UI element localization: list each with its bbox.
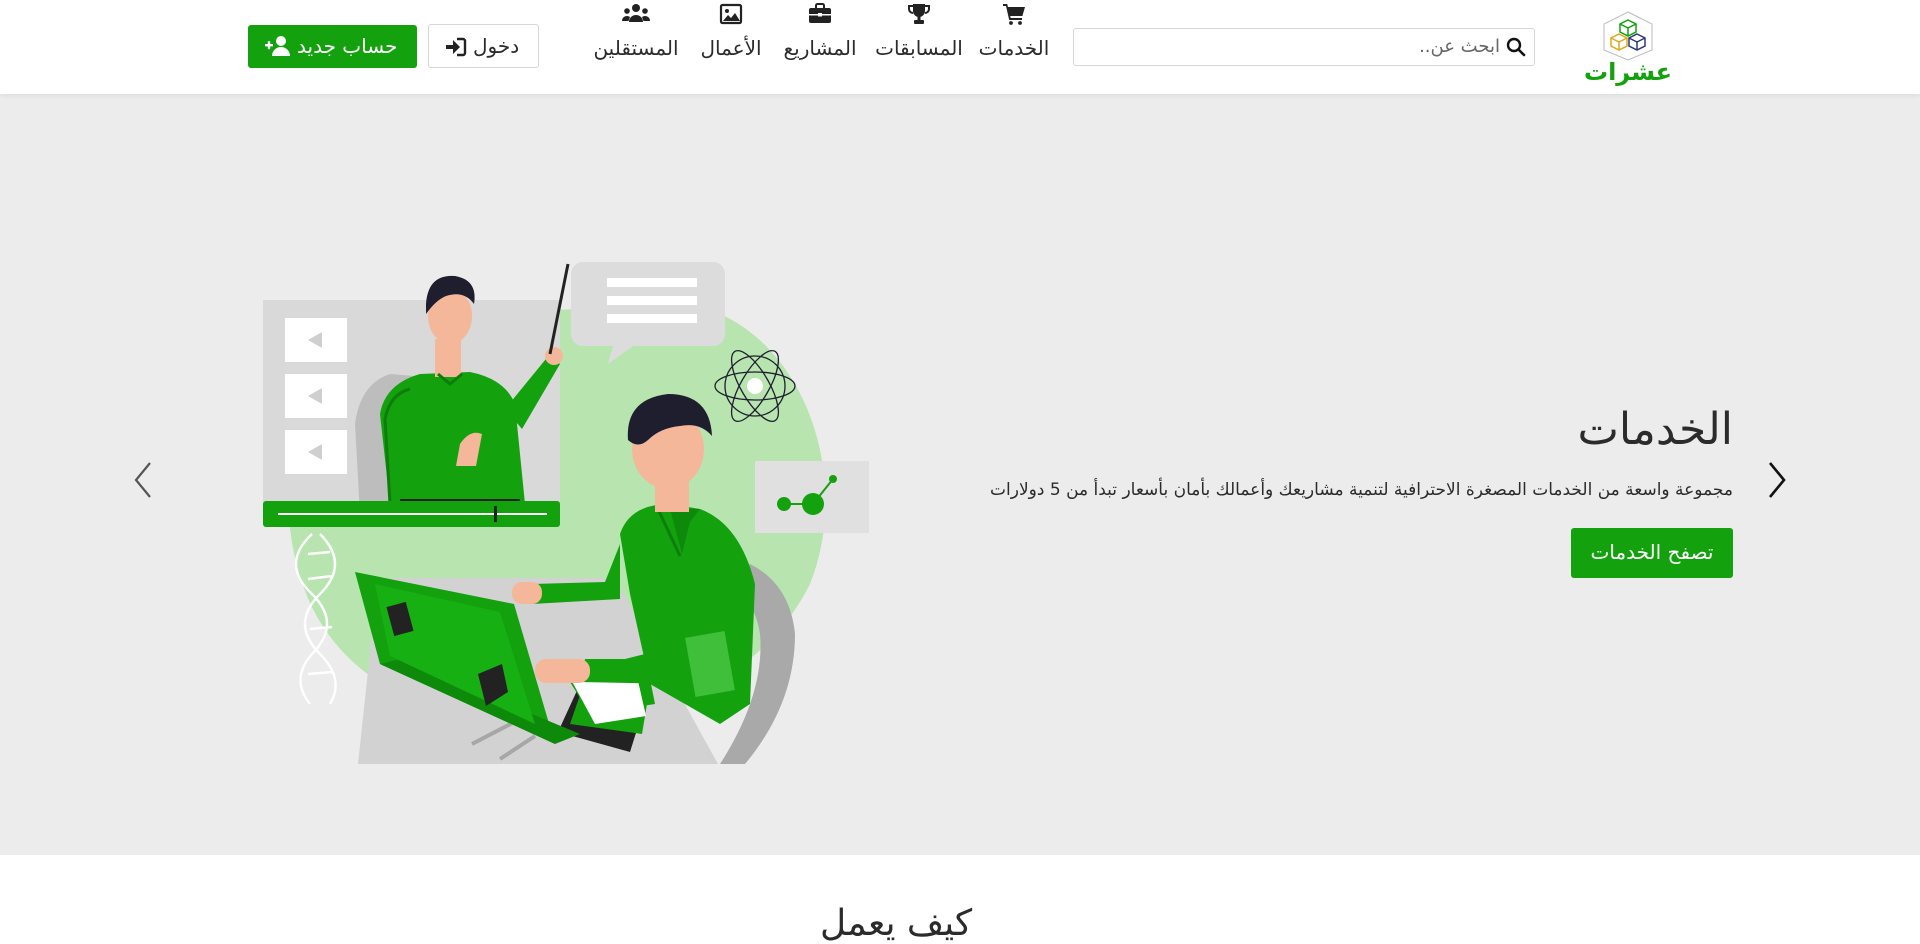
nav-item-portfolio[interactable]: الأعمال: [698, 0, 764, 70]
top-navbar: عشرات الخدمات المسابقات: [0, 0, 1920, 94]
hero-description: مجموعة واسعة من الخدمات المصغرة الاحتراف…: [990, 480, 1733, 500]
logo-text: عشرات: [1583, 58, 1673, 86]
section-heading-text: كيف يعمل: [820, 903, 973, 944]
register-button[interactable]: حساب جديد: [248, 25, 417, 68]
nav-label: الأعمال: [700, 36, 762, 60]
search-icon[interactable]: [1506, 37, 1526, 57]
trophy-icon: [908, 4, 930, 24]
image-icon: [719, 3, 743, 25]
nav-item-contests[interactable]: المسابقات: [872, 0, 966, 70]
login-label: دخول: [473, 34, 520, 58]
nav-label: المشاريع: [783, 36, 857, 60]
cart-icon: [1003, 4, 1025, 25]
search-box: [1073, 28, 1535, 66]
nav-label: الخدمات: [978, 36, 1050, 60]
login-button[interactable]: دخول: [428, 24, 539, 68]
hero-title: الخدمات: [1577, 404, 1733, 455]
browse-services-button[interactable]: تصفح الخدمات: [1571, 528, 1733, 578]
briefcase-icon: [809, 3, 831, 23]
nav-item-services[interactable]: الخدمات: [978, 0, 1050, 70]
hero-illustration: [263, 262, 869, 764]
users-icon: [622, 4, 650, 22]
nav-label: المستقلين: [593, 36, 679, 60]
carousel-next-arrow-icon[interactable]: [1762, 457, 1792, 503]
nav-item-projects[interactable]: المشاريع: [780, 0, 860, 70]
section-heading: كيف يعمل: [820, 903, 972, 944]
browse-services-label: تصفح الخدمات: [1590, 540, 1714, 564]
below-section: كيف يعمل: [0, 855, 1920, 944]
hero-carousel: الخدمات مجموعة واسعة من الخدمات المصغرة …: [0, 94, 1920, 855]
carousel-prev-arrow-icon[interactable]: [128, 457, 158, 503]
register-label: حساب جديد: [297, 34, 398, 58]
sign-in-icon: [446, 37, 467, 57]
search-input[interactable]: [1100, 29, 1500, 63]
nav-label: المسابقات: [875, 36, 963, 60]
logo-cubes-icon: [1603, 11, 1653, 61]
nav-item-freelancers[interactable]: المستقلين: [588, 0, 684, 70]
user-plus-icon: [265, 36, 290, 56]
site-logo[interactable]: عشرات: [1582, 10, 1674, 86]
